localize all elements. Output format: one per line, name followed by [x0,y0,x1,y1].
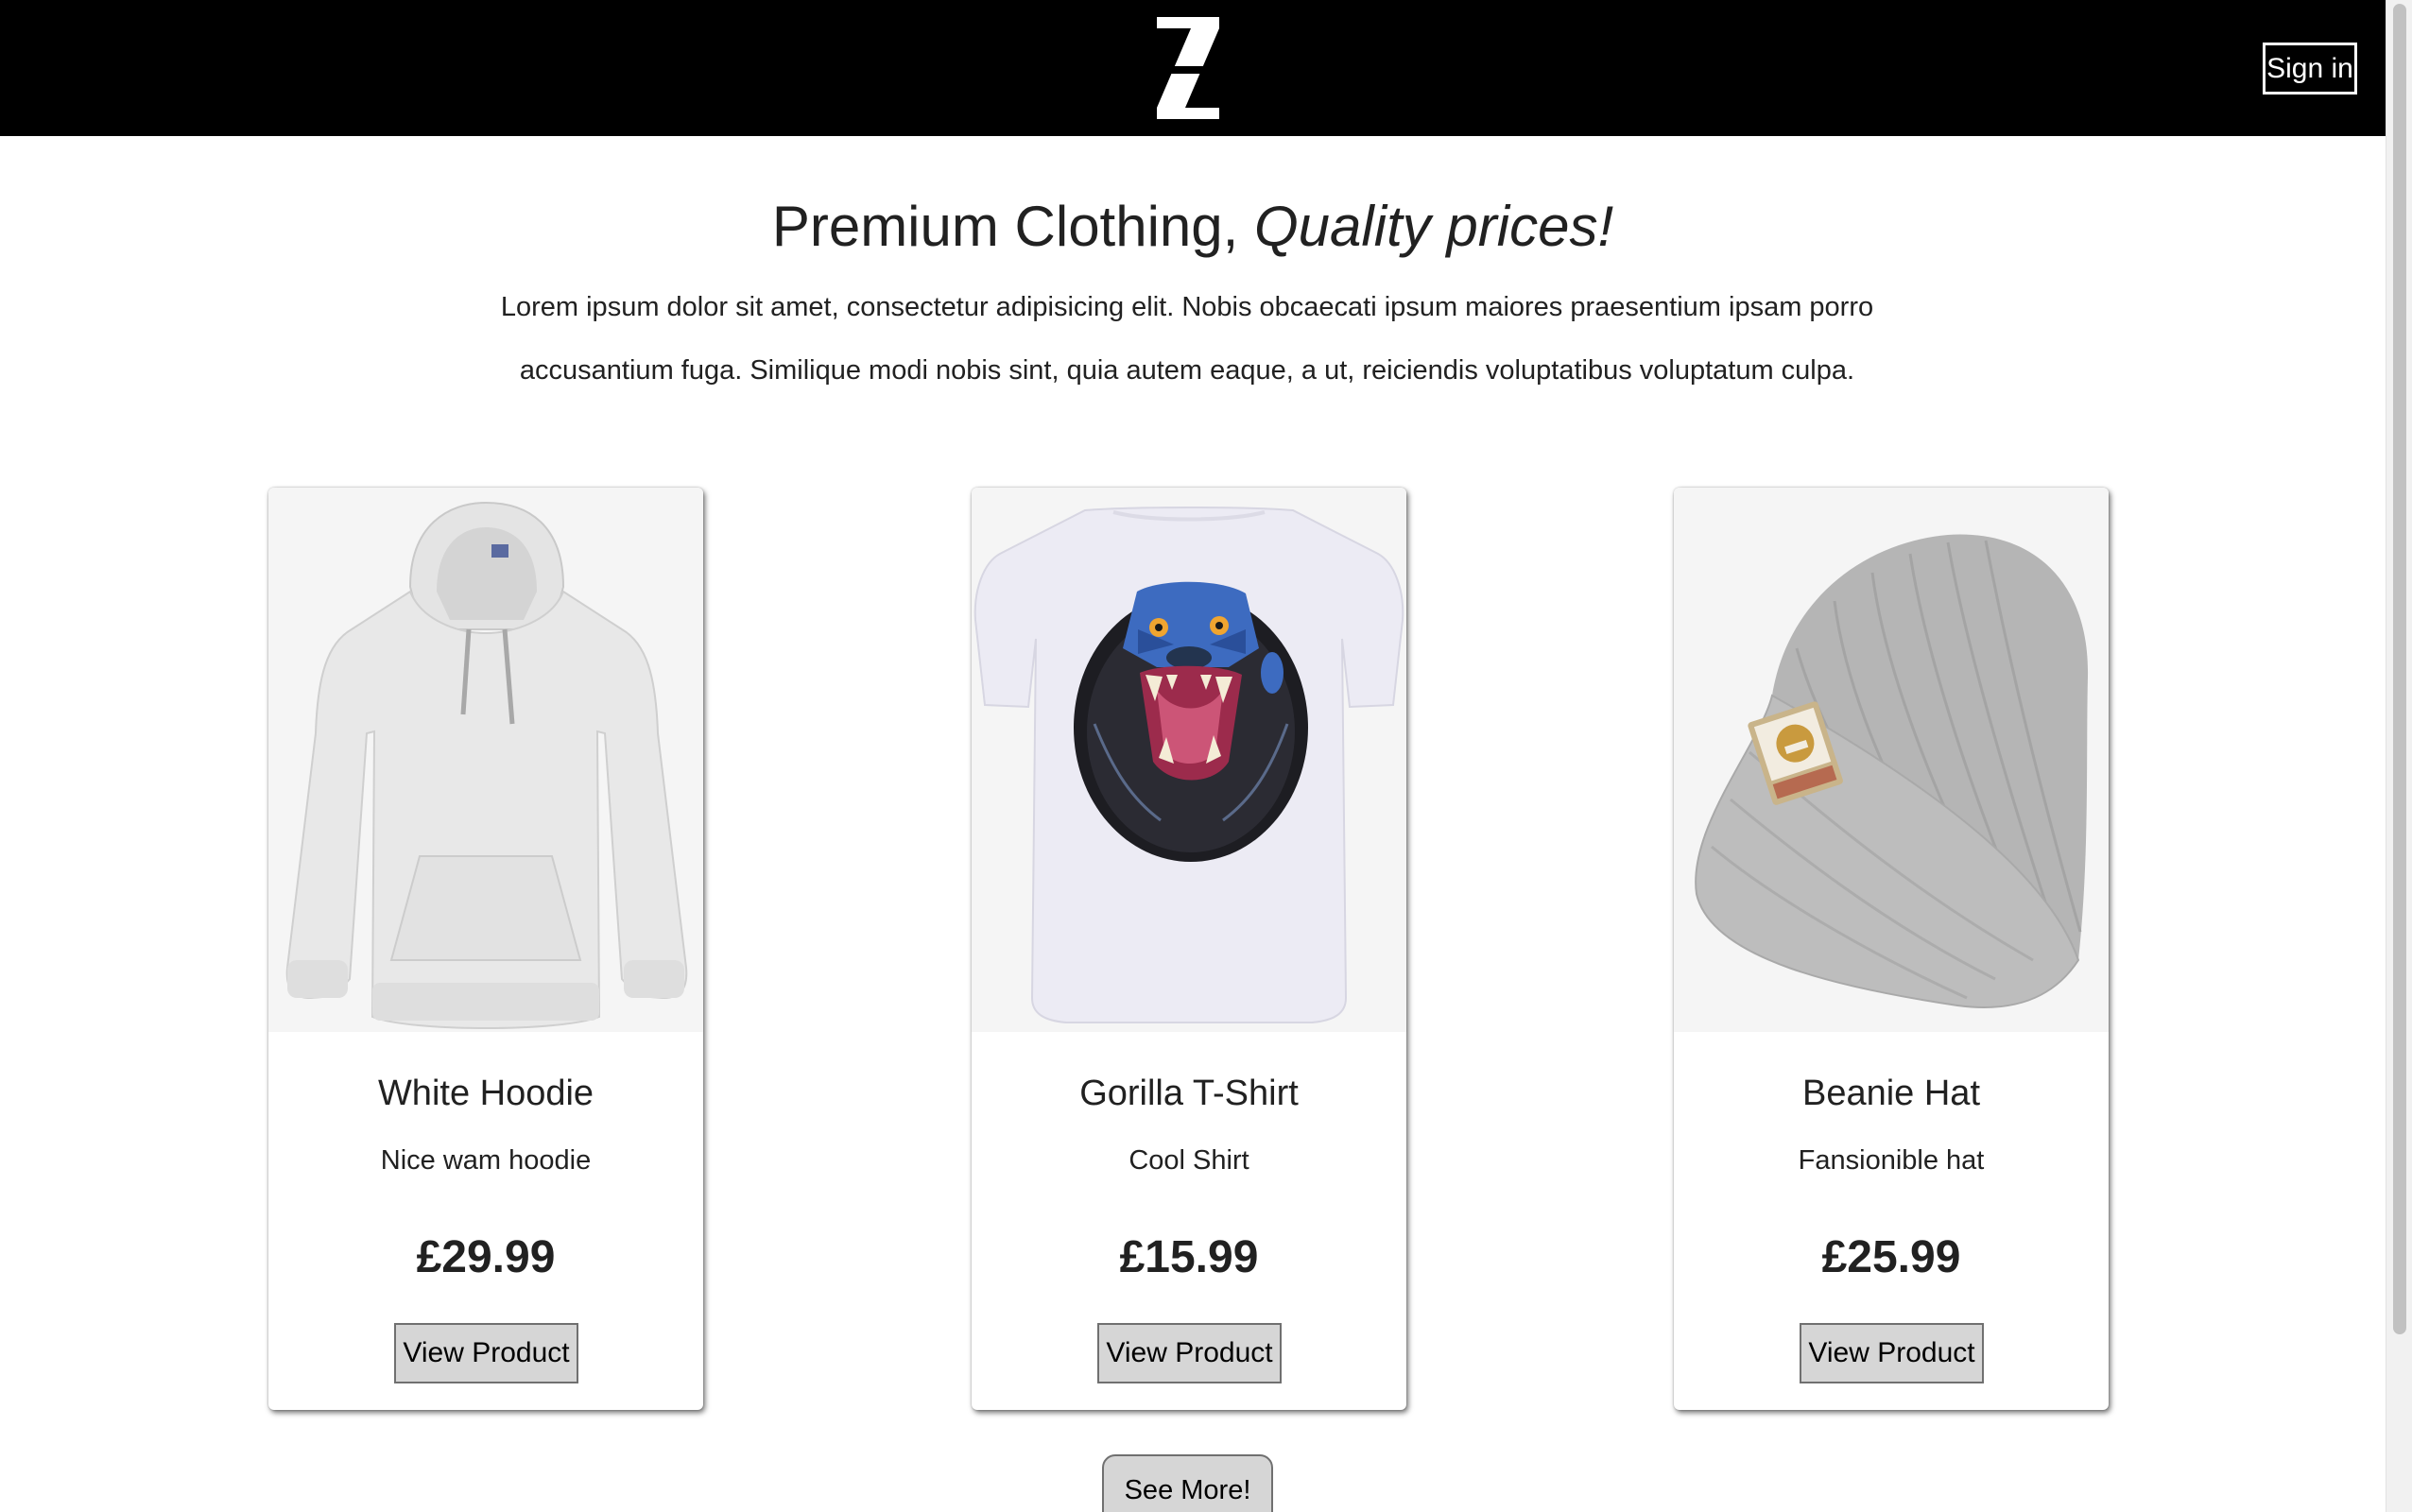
beanie-hat-image [1674,488,2109,1032]
hoodie-illustration [268,488,703,1032]
product-description: Fansionible hat [1798,1145,1985,1176]
beanie-illustration [1674,488,2109,1032]
product-card-beanie-hat: Beanie Hat Fansionible hat £25.99 View P… [1674,488,2109,1410]
product-price: £25.99 [1821,1232,1961,1282]
product-card-white-hoodie: White Hoodie Nice wam hoodie £29.99 View… [268,488,703,1410]
view-product-button[interactable]: View Product [394,1323,578,1383]
product-name: White Hoodie [377,1074,594,1113]
product-name: Beanie Hat [1801,1074,1980,1113]
sign-in-button[interactable]: Sign in [2263,43,2357,94]
white-hoodie-image [268,488,703,1032]
title-emphasis: Quality prices! [1254,195,1614,258]
product-description: Nice wam hoodie [380,1145,592,1176]
scrollbar-thumb[interactable] [2393,4,2406,1334]
product-price: £15.99 [1119,1232,1259,1282]
product-description: Cool Shirt [1128,1145,1249,1176]
site-header: Sign in [0,0,2386,136]
gorilla-tshirt-image [972,488,1406,1032]
product-card-gorilla-tshirt: Gorilla T-Shirt Cool Shirt £15.99 View P… [972,488,1406,1410]
vertical-scrollbar[interactable] [2386,0,2412,1512]
page-title: Premium Clothing, Quality prices! [0,189,2386,265]
page: Sign in Premium Clothing, Quality prices… [0,0,2386,1512]
hero-description: Lorem ipsum dolor sit amet, consectetur … [500,292,1874,386]
view-product-button[interactable]: View Product [1800,1323,1984,1383]
view-product-button[interactable]: View Product [1097,1323,1282,1383]
title-main: Premium Clothing, [771,195,1239,258]
tshirt-illustration [972,488,1406,1032]
see-more-button[interactable]: See More! [1102,1454,1273,1512]
z-logo-icon[interactable] [1157,17,1219,119]
product-price: £29.99 [416,1232,556,1282]
product-name: Gorilla T-Shirt [1079,1074,1299,1113]
